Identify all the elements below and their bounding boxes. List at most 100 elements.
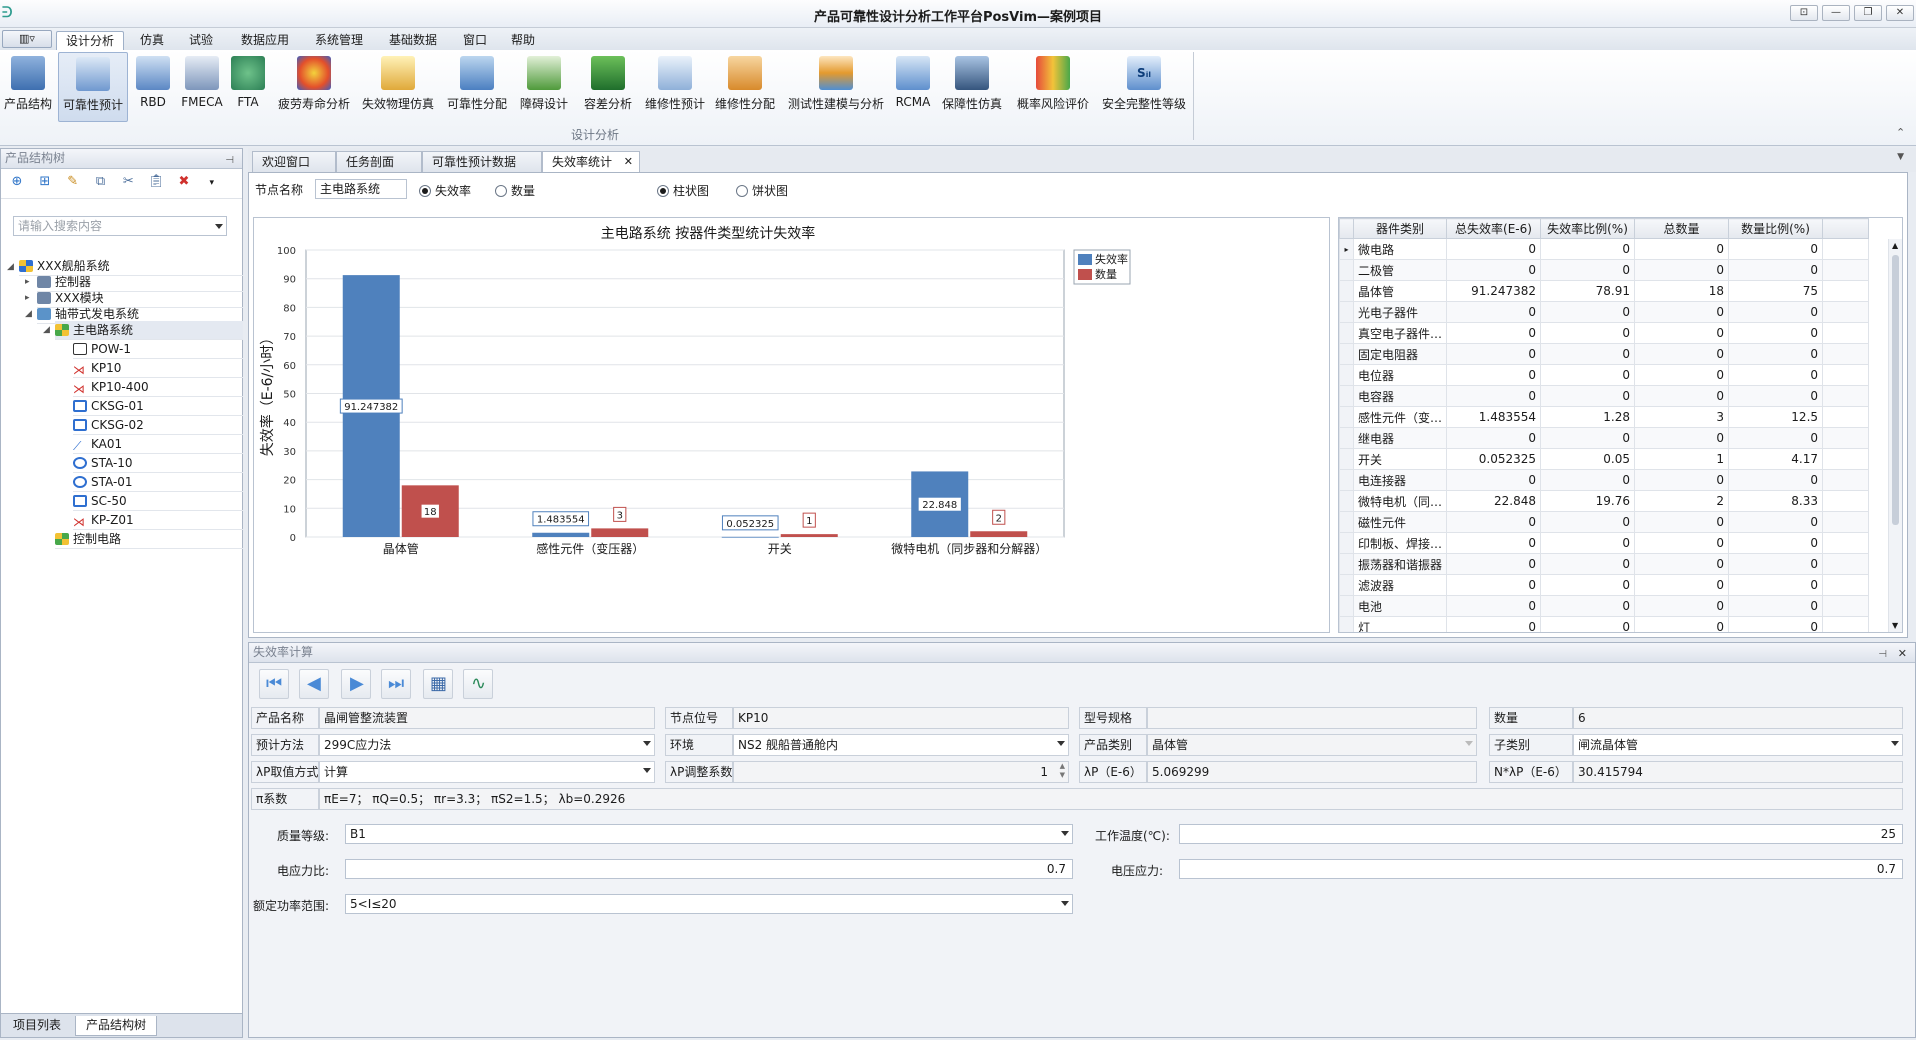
- radio-failure-rate[interactable]: 失效率: [419, 182, 471, 199]
- tab-help[interactable]: 帮助: [502, 31, 544, 50]
- value-cell[interactable]: 0: [1634, 511, 1730, 533]
- value-cell[interactable]: 0: [1728, 574, 1824, 596]
- table-row[interactable]: 磁性元件 0 0 0 0: [1339, 511, 1870, 533]
- row-indicator[interactable]: [1339, 427, 1354, 449]
- tab-system-management[interactable]: 系统管理: [306, 31, 372, 50]
- value-cell[interactable]: 2: [1634, 490, 1730, 512]
- value-cell[interactable]: 0: [1540, 427, 1636, 449]
- category-cell[interactable]: 开关: [1352, 448, 1448, 470]
- supportability-simulation-button[interactable]: 保障性仿真: [938, 52, 1006, 122]
- value-cell[interactable]: 8.33: [1728, 490, 1824, 512]
- copy-icon[interactable]: ⧉: [89, 171, 111, 193]
- table-row[interactable]: 固定电阻器 0 0 0 0: [1339, 343, 1870, 365]
- chevron-down-icon[interactable]: [1061, 901, 1069, 906]
- tab-data-application[interactable]: 数据应用: [232, 31, 298, 50]
- table-row[interactable]: 电容器 0 0 0 0: [1339, 385, 1870, 407]
- rated-power-select[interactable]: 5<I≤20: [345, 894, 1073, 914]
- row-indicator[interactable]: ▸: [1339, 238, 1354, 260]
- collapse-icon[interactable]: ◢: [7, 262, 14, 272]
- tree-node[interactable]: SC-50: [73, 492, 243, 511]
- product-name-field[interactable]: 晶闸管整流装置: [319, 707, 655, 729]
- maximize-button[interactable]: ❐: [1854, 5, 1882, 21]
- value-cell[interactable]: 0: [1446, 427, 1542, 449]
- table-row[interactable]: 感性元件（变… 1.483554 1.28 3 12.5: [1339, 406, 1870, 428]
- tab-window[interactable]: 窗口: [454, 31, 496, 50]
- row-indicator[interactable]: [1339, 616, 1354, 632]
- product-structure-button[interactable]: 产品结构: [0, 52, 56, 122]
- value-cell[interactable]: 0: [1634, 301, 1730, 323]
- value-cell[interactable]: 0: [1446, 238, 1542, 260]
- value-cell[interactable]: 12.5: [1728, 406, 1824, 428]
- expand-icon[interactable]: ▸: [25, 277, 30, 287]
- next-record-button[interactable]: ▶: [341, 669, 371, 699]
- category-cell[interactable]: 磁性元件: [1352, 511, 1448, 533]
- category-cell[interactable]: 晶体管: [1352, 280, 1448, 302]
- collapse-icon[interactable]: ◢: [25, 309, 32, 319]
- previous-record-button[interactable]: ◀: [299, 669, 329, 699]
- value-cell[interactable]: 1: [1634, 448, 1730, 470]
- close-panel-icon[interactable]: ✕: [1898, 644, 1907, 663]
- category-cell[interactable]: 真空电子器件…: [1352, 322, 1448, 344]
- value-cell[interactable]: 0: [1446, 259, 1542, 281]
- value-cell[interactable]: 0: [1540, 259, 1636, 281]
- row-indicator[interactable]: [1339, 595, 1354, 617]
- fmeca-button[interactable]: FMECA: [178, 52, 226, 122]
- last-record-button[interactable]: ⏭: [381, 669, 411, 699]
- row-indicator[interactable]: [1339, 574, 1354, 596]
- row-indicator[interactable]: [1339, 553, 1354, 575]
- value-cell[interactable]: 0: [1540, 553, 1636, 575]
- value-cell[interactable]: 0: [1446, 532, 1542, 554]
- spinner-arrows-icon[interactable]: ▲ ▼: [1060, 762, 1065, 780]
- calculator-button[interactable]: ▦: [423, 669, 453, 699]
- value-cell[interactable]: 0: [1634, 469, 1730, 491]
- row-indicator[interactable]: [1339, 364, 1354, 386]
- value-cell[interactable]: 19.76: [1540, 490, 1636, 512]
- value-cell[interactable]: 0: [1728, 553, 1824, 575]
- collapse-icon[interactable]: ◢: [43, 325, 50, 335]
- table-row[interactable]: 继电器 0 0 0 0: [1339, 427, 1870, 449]
- value-cell[interactable]: 1.483554: [1446, 406, 1542, 428]
- value-cell[interactable]: 0: [1634, 616, 1730, 632]
- tab-prediction-data[interactable]: 可靠性预计数据: [422, 151, 542, 172]
- value-cell[interactable]: 0.05: [1540, 448, 1636, 470]
- tab-project-list[interactable]: 项目列表: [3, 1016, 71, 1036]
- tree-node[interactable]: POW-1: [73, 340, 243, 359]
- row-indicator[interactable]: [1339, 322, 1354, 344]
- table-row[interactable]: 微特电机（同… 22.848 19.76 2 8.33: [1339, 490, 1870, 512]
- expand-icon[interactable]: ▸: [25, 293, 30, 303]
- row-indicator[interactable]: [1339, 490, 1354, 512]
- value-cell[interactable]: 18: [1634, 280, 1730, 302]
- first-record-button[interactable]: ⏮: [259, 669, 289, 699]
- lp-field[interactable]: 5.069299: [1147, 761, 1477, 783]
- category-cell[interactable]: 继电器: [1352, 427, 1448, 449]
- tab-list-icon[interactable]: ▼: [1897, 152, 1904, 162]
- node-position-field[interactable]: KP10: [733, 707, 1069, 729]
- value-cell[interactable]: 0: [1446, 553, 1542, 575]
- chevron-down-icon[interactable]: [643, 741, 651, 746]
- chevron-down-icon[interactable]: [643, 768, 651, 773]
- value-cell[interactable]: 0: [1446, 469, 1542, 491]
- paste-icon[interactable]: 📋︎: [145, 171, 167, 193]
- chevron-down-icon[interactable]: [215, 224, 223, 229]
- chevron-down-icon[interactable]: [1057, 741, 1065, 746]
- value-cell[interactable]: 0: [1728, 511, 1824, 533]
- cut-icon[interactable]: ✂: [117, 171, 139, 193]
- value-cell[interactable]: 0: [1540, 343, 1636, 365]
- add-child-icon[interactable]: ⊞: [34, 171, 56, 193]
- value-cell[interactable]: 78.91: [1540, 280, 1636, 302]
- value-cell[interactable]: 0: [1540, 532, 1636, 554]
- value-cell[interactable]: 0: [1540, 322, 1636, 344]
- value-cell[interactable]: 0: [1446, 301, 1542, 323]
- rbd-button[interactable]: RBD: [132, 52, 174, 122]
- category-cell[interactable]: 滤波器: [1352, 574, 1448, 596]
- scroll-thumb[interactable]: [1892, 255, 1899, 525]
- category-cell[interactable]: 微电路: [1352, 238, 1448, 260]
- category-cell[interactable]: 固定电阻器: [1352, 343, 1448, 365]
- tree-node[interactable]: STA-10: [73, 454, 243, 473]
- value-cell[interactable]: 0: [1446, 343, 1542, 365]
- subcategory-select[interactable]: 闸流晶体管: [1573, 734, 1903, 756]
- tree-node[interactable]: ⋊ KP10: [73, 359, 243, 378]
- column-header[interactable]: 失效率比例(%): [1540, 218, 1636, 239]
- radio-pie-chart[interactable]: 饼状图: [736, 182, 788, 199]
- testability-modeling-button[interactable]: 测试性建模与分析: [784, 52, 888, 122]
